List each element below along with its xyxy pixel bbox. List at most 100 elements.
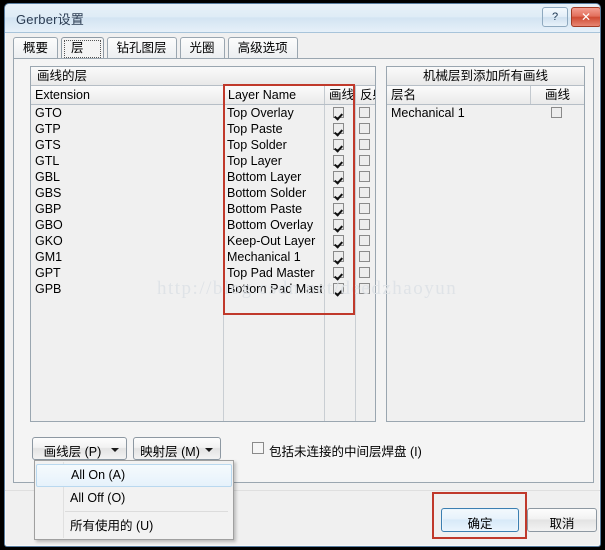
ok-button[interactable]: 确定 [441,508,519,532]
cell-layer-name: Mechanical 1 [227,250,301,264]
cell-plot-checkbox[interactable] [333,171,344,182]
plot-layers-dropdown-button[interactable]: 画线层 (P) [32,437,127,460]
include-unconnected-checkbox[interactable] [252,442,264,454]
cell-layer-name: Bottom Layer [227,170,302,184]
table-row[interactable]: GTP Top Paste [31,121,375,137]
column-header-plot[interactable]: 画线 [324,86,355,104]
tab-overview[interactable]: 概要 [13,37,59,58]
cell-layer-name: Bottom Paste [227,202,303,216]
table-row[interactable]: Mechanical 1 [387,105,584,121]
tab-drill[interactable]: 钻孔图层 [106,37,177,58]
cell-layer-name: Top Layer [227,154,282,168]
cell-extension: GBP [35,202,62,216]
table-row[interactable]: GBS Bottom Solder [31,185,375,201]
plot-layers-list[interactable]: Extension Layer Name 画线 反射 GTO Top Overla… [31,86,375,421]
gerber-settings-dialog: Gerber设置 ? ✕ 概要 层 钻孔图层 光圈 高级选项 画线的层 Exte… [4,3,601,547]
cell-plot-checkbox[interactable] [333,139,344,150]
column-header-layer-name[interactable]: Layer Name [223,86,324,104]
table-row[interactable]: GBP Bottom Paste [31,201,375,217]
cell-layer-name: Keep-Out Layer [227,234,316,248]
tab-strip: 概要 层 钻孔图层 光圈 高级选项 [13,37,592,59]
cell-extension: GKO [35,234,63,248]
menu-item-all-on[interactable]: All On (A) [36,464,232,487]
window-title: Gerber设置 [16,12,85,27]
cell-mirror-checkbox[interactable] [359,219,370,230]
cell-extension: GPT [35,266,61,280]
cell-extension: GTO [35,106,62,120]
cell-layer-name: Top Overlay [227,106,294,120]
cancel-button[interactable]: 取消 [527,508,597,532]
mechanical-layers-group-title: 机械层到添加所有画线 [387,67,584,86]
cell-plot-checkbox[interactable] [333,123,344,134]
cell-extension: GBL [35,170,61,184]
cell-plot-checkbox[interactable] [333,219,344,230]
menu-item-all-off[interactable]: All Off (O) [36,487,232,510]
plot-layers-dropdown-label: 画线层 (P) [43,445,102,459]
cell-plot-checkbox[interactable] [333,251,344,262]
cell-plot-checkbox[interactable] [333,283,344,294]
cell-mirror-checkbox[interactable] [359,251,370,262]
cell-mirror-checkbox[interactable] [359,187,370,198]
cell-mirror-checkbox[interactable] [359,123,370,134]
cell-mirror-checkbox[interactable] [359,267,370,278]
cell-mirror-checkbox[interactable] [359,171,370,182]
menu-item-all-used[interactable]: 所有使用的 (U) [36,515,232,538]
help-button[interactable]: ? [542,7,568,27]
cell-mirror-checkbox[interactable] [359,107,370,118]
include-unconnected-label[interactable]: 包括未连接的中间层焊盘 (I) [269,441,422,460]
column-header-plot-right[interactable]: 画线 [530,86,584,104]
table-row[interactable]: GPB Bottom Pad Master [31,281,375,297]
table-row[interactable]: GTL Top Layer [31,153,375,169]
chevron-down-icon-2 [205,448,213,452]
cell-mirror-checkbox[interactable] [359,139,370,150]
tab-layers[interactable]: 层 [61,37,104,58]
title-bar[interactable]: Gerber设置 ? ✕ [5,4,600,33]
table-row[interactable]: GBO Bottom Overlay [31,217,375,233]
menu-separator [65,511,228,512]
cell-plot-checkbox[interactable] [333,107,344,118]
cell-plot-checkbox[interactable] [333,267,344,278]
cell-mirror-checkbox[interactable] [359,235,370,246]
plot-layers-rows: GTO Top Overlay GTP Top Paste GTS Top Solder G… [31,105,375,421]
cell-plot-checkbox[interactable] [333,155,344,166]
column-header-layer-name-right[interactable]: 层名 [387,86,530,104]
plot-layers-column-header: Extension Layer Name 画线 反射 [31,86,375,105]
cell-extension: GTS [35,138,61,152]
tab-advanced[interactable]: 高级选项 [227,37,298,58]
table-row[interactable]: GBL Bottom Layer [31,169,375,185]
table-row[interactable]: GTO Top Overlay [31,105,375,121]
ok-button-label: 确定 [467,517,493,531]
mechanical-column-header: 层名 画线 [387,86,584,105]
cell-layer-name: Top Paste [227,122,283,136]
cell-extension: GBO [35,218,63,232]
close-button[interactable]: ✕ [571,7,600,27]
cell-extension: GM1 [35,250,63,264]
cell-mirror-checkbox[interactable] [359,203,370,214]
tab-aperture[interactable]: 光圈 [179,37,225,58]
cancel-button-label: 取消 [549,517,575,531]
column-header-mirror[interactable]: 反射 [355,86,375,104]
cell-layer-name: Bottom Pad Master [227,282,322,296]
mapping-layers-dropdown-label: 映射层 (M) [140,445,200,459]
table-row[interactable]: GPT Top Pad Master [31,265,375,281]
cell-mirror-checkbox[interactable] [359,155,370,166]
cell-plot-checkbox[interactable] [333,235,344,246]
cell-plot-checkbox[interactable] [333,203,344,214]
cell-mirror-checkbox[interactable] [359,283,370,294]
cell-extension: GBS [35,186,62,200]
table-row[interactable]: GKO Keep-Out Layer [31,233,375,249]
cell-extension: GTP [35,122,61,136]
chevron-down-icon [111,448,119,452]
cell-mechanical-plot-checkbox[interactable] [551,107,562,118]
mapping-layers-dropdown-button[interactable]: 映射层 (M) [133,437,221,460]
plot-layers-popup-menu[interactable]: All On (A) All Off (O) 所有使用的 (U) [34,460,234,540]
plot-layers-group: 画线的层 Extension Layer Name 画线 反射 GTO Top O… [30,66,376,422]
cell-plot-checkbox[interactable] [333,187,344,198]
table-row[interactable]: GM1 Mechanical 1 [31,249,375,265]
mechanical-layers-group: 机械层到添加所有画线 层名 画线 Mechanical 1 [386,66,585,422]
cell-mechanical-layer-name: Mechanical 1 [391,106,465,120]
column-header-extension[interactable]: Extension [31,86,223,104]
mechanical-layers-list[interactable]: 层名 画线 Mechanical 1 [387,86,584,421]
table-row[interactable]: GTS Top Solder [31,137,375,153]
cell-layer-name: Top Solder [227,138,287,152]
